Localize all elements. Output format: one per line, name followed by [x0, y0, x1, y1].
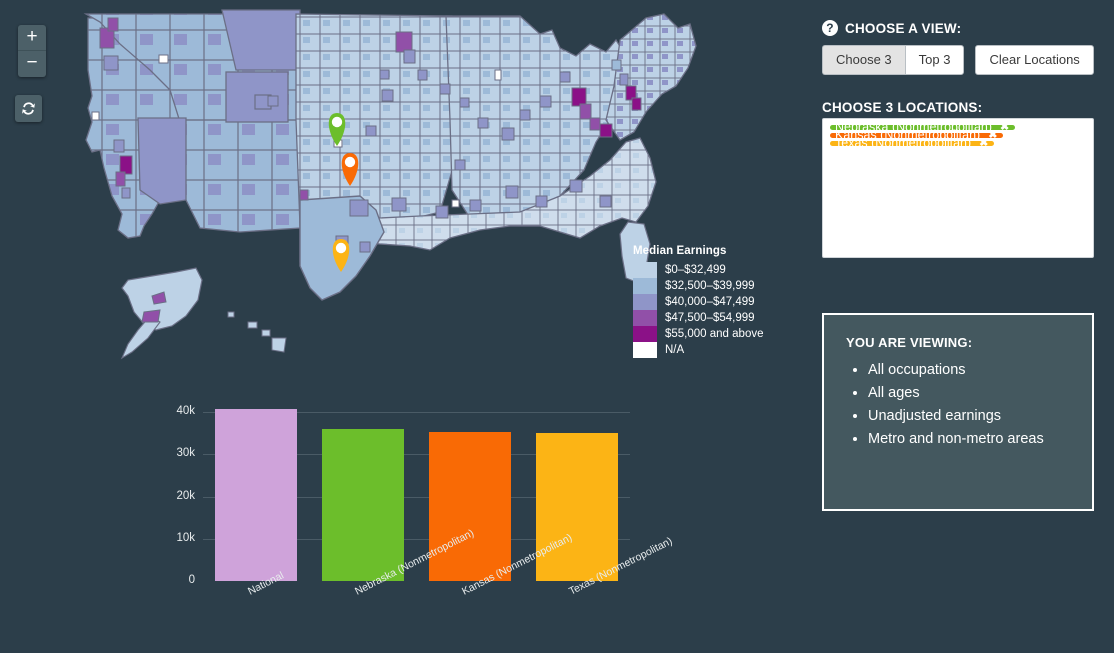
you-are-viewing-title: YOU ARE VIEWING: [846, 335, 973, 350]
y-tick-label: 30k [176, 447, 195, 460]
view-toggle-group[interactable]: Choose 3 Top 3 Clear Locations [822, 45, 1094, 75]
legend-swatch [633, 278, 657, 294]
legend-swatch [633, 326, 657, 342]
y-tick-label: 10k [176, 531, 195, 544]
choropleth-map[interactable]: + − Median Earnings $0–$32,499 $32,500–$3… [0, 0, 800, 380]
bar[interactable] [428, 432, 511, 581]
viewing-list-item: Unadjusted earnings [868, 405, 1078, 428]
legend-item: N/A [633, 342, 763, 358]
selected-locations-box[interactable]: Nebraska (Nonmetropolitan) ✖ Kansas (Nonme… [822, 118, 1094, 258]
legend-title: Median Earnings [633, 245, 727, 257]
choose-view-title: CHOOSE A VIEW: [845, 20, 962, 36]
legend-label: $32,500–$39,999 [665, 280, 755, 292]
legend-swatch [633, 310, 657, 326]
tab-choose-3[interactable]: Choose 3 [822, 45, 905, 75]
legend-label: $55,000 and above [665, 328, 764, 340]
bar[interactable] [322, 429, 405, 581]
legend-item: $40,000–$47,499 [633, 294, 763, 310]
bar[interactable] [535, 433, 618, 581]
region-hawaii [227, 311, 287, 353]
choose-view-header: ? CHOOSE A VIEW: [822, 20, 961, 36]
zoom-out-button[interactable]: − [18, 51, 46, 77]
legend-item: $0–$32,499 [633, 262, 763, 278]
y-tick-label: 0 [188, 574, 195, 586]
y-tick-label: 40k [176, 405, 195, 418]
legend-rows: $0–$32,499 $32,500–$39,999 $40,000–$47,499… [633, 262, 763, 358]
location-tag[interactable]: Texas (Nonmetropolitan) ✖ [830, 137, 995, 149]
help-icon[interactable]: ? [822, 20, 838, 36]
legend-item: $47,500–$54,999 [633, 310, 763, 326]
you-are-viewing-list: All occupationsAll agesUnadjusted earnin… [846, 359, 1078, 451]
legend-swatch [633, 342, 657, 358]
legend-swatch [633, 294, 657, 310]
choose-locations-title: CHOOSE 3 LOCATIONS: [822, 100, 983, 115]
tab-top-3[interactable]: Top 3 [904, 45, 965, 75]
choose-locations-header: CHOOSE 3 LOCATIONS: [822, 100, 982, 115]
median-earnings-bar-chart: Median Earnings 010k20k30k40k NationalNe… [0, 382, 800, 653]
region-dakotas [221, 9, 301, 71]
clear-locations-button[interactable]: Clear Locations [975, 45, 1094, 75]
legend-label: N/A [665, 344, 685, 356]
y-tick-label: 20k [176, 489, 195, 502]
map-zoom-controls[interactable]: + − [18, 25, 46, 77]
region-mountain [175, 119, 301, 233]
viewing-list-item: All occupations [868, 359, 1078, 382]
legend-label: $40,000–$47,499 [665, 296, 755, 308]
region-plains [295, 13, 459, 231]
legend-swatch [633, 262, 657, 278]
legend-item: $55,000 and above [633, 326, 763, 342]
refresh-icon [22, 102, 35, 115]
alaska-hotspot-b [141, 309, 161, 323]
map-reset-button[interactable] [15, 95, 42, 122]
right-sidebar: ? CHOOSE A VIEW: Choose 3 Top 3 Clear Lo… [810, 0, 1114, 653]
legend-label: $0–$32,499 [665, 264, 726, 276]
app-root: + − Median Earnings $0–$32,499 $32,500–$3… [0, 0, 1114, 653]
map-states-group [83, 9, 697, 360]
legend-item: $32,500–$39,999 [633, 278, 763, 294]
map-legend: Median Earnings $0–$32,499 $32,500–$39,99… [633, 245, 763, 358]
viewing-list-item: All ages [868, 382, 1078, 405]
you-are-viewing-panel: YOU ARE VIEWING: All occupationsAll ages… [822, 313, 1094, 511]
legend-label: $47,500–$54,999 [665, 312, 755, 324]
bar[interactable] [215, 408, 298, 581]
region-nevada [137, 117, 187, 205]
zoom-in-button[interactable]: + [18, 25, 46, 51]
viewing-list-item: Metro and non-metro areas [868, 428, 1078, 451]
